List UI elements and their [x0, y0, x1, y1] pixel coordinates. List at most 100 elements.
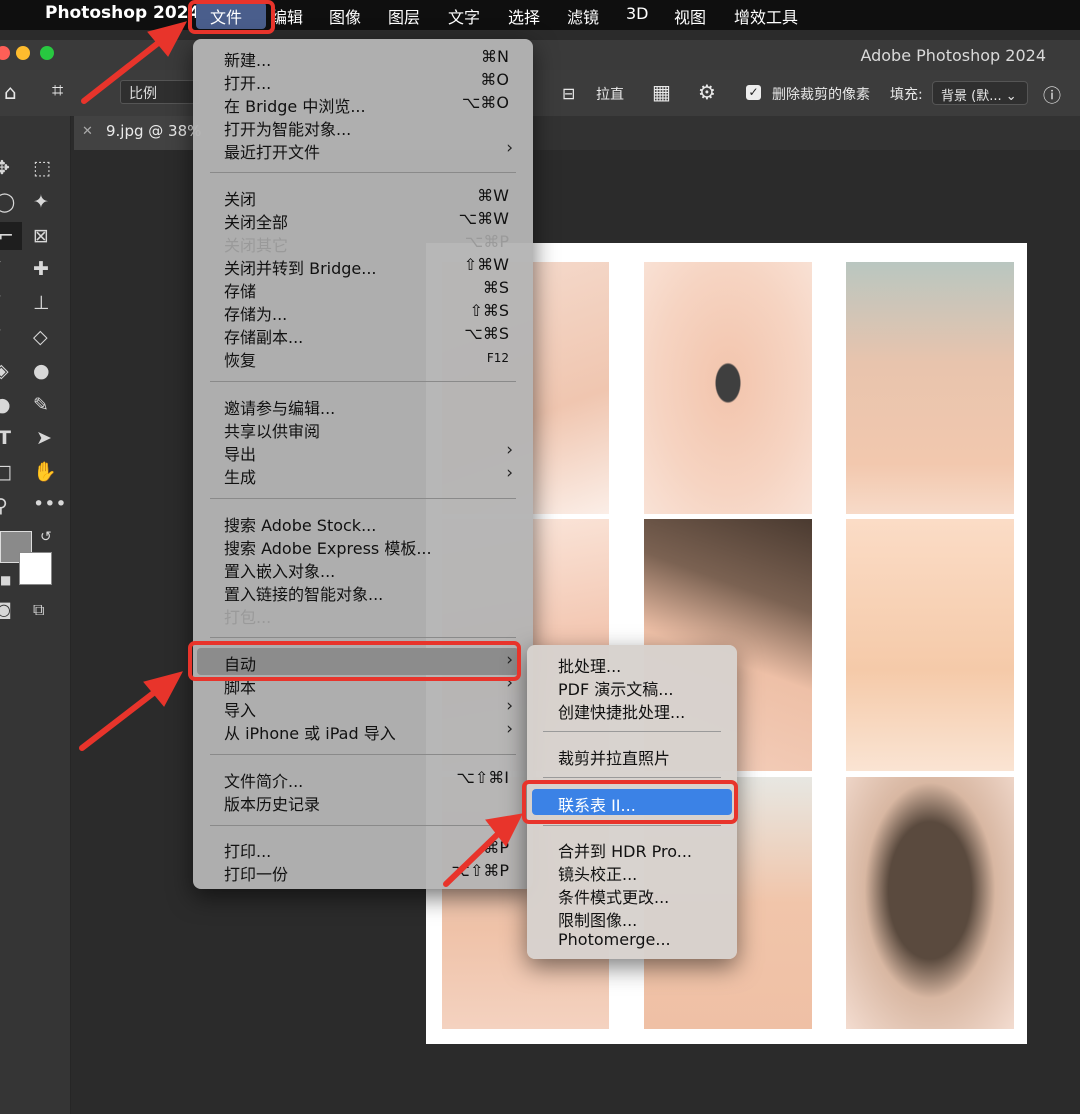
menu-filter[interactable]: 滤镜: [567, 4, 599, 28]
crop-tool-icon[interactable]: ⌐: [0, 226, 14, 246]
menu-item-search-express[interactable]: 搜索 Adobe Express 模板...: [224, 535, 432, 559]
menu-edit[interactable]: 编辑: [271, 4, 303, 28]
blur-icon[interactable]: ●: [33, 361, 50, 381]
minimize-window-button[interactable]: [16, 46, 30, 60]
menu-separator: [210, 498, 516, 499]
menu-item-open-smart-object[interactable]: 打开为智能对象...: [224, 116, 351, 140]
path-selection-icon[interactable]: ➤: [36, 428, 52, 448]
frame-icon[interactable]: ⊠: [33, 226, 49, 246]
eraser-icon[interactable]: ◇: [33, 327, 48, 347]
hand-icon[interactable]: ✋: [33, 462, 57, 482]
menu-plugins[interactable]: 增效工具: [734, 4, 798, 28]
paint-bucket-icon[interactable]: ◈: [0, 361, 9, 381]
menu-item-print-one[interactable]: 打印一份: [224, 861, 288, 885]
menu-item-import-iphone[interactable]: 从 iPhone 或 iPad 导入: [224, 720, 396, 744]
menu-item-close-go-bridge[interactable]: 关闭并转到 Bridge...: [224, 255, 377, 279]
fill-select-value: 背景 (默...: [941, 89, 1002, 104]
fill-label: 填充:: [890, 87, 923, 103]
menu-item-browse-bridge[interactable]: 在 Bridge 中浏览...: [224, 93, 366, 117]
quick-mask-icon[interactable]: ◙: [0, 600, 12, 620]
menu-item-place-linked[interactable]: 置入链接的智能对象...: [224, 581, 383, 605]
straighten-icon[interactable]: ⊟: [562, 84, 575, 103]
magic-wand-icon[interactable]: ✦: [33, 192, 49, 212]
chevron-right-icon: ›: [506, 440, 513, 460]
straighten-button[interactable]: 拉直: [596, 84, 624, 104]
menu-item-version-history[interactable]: 版本历史记录: [224, 791, 320, 815]
annotation-box-automate: [188, 641, 521, 681]
default-colors-icon[interactable]: ■: [0, 570, 11, 590]
background-color-swatch[interactable]: [19, 552, 52, 585]
menu-item-new[interactable]: 新建...: [224, 47, 271, 71]
menu-item-save-as[interactable]: 存储为...: [224, 301, 287, 325]
shortcut: ⌥⇧⌘I: [456, 768, 509, 787]
menu-item-file-info[interactable]: 文件简介...: [224, 768, 303, 792]
menu-item-import[interactable]: 导入: [224, 697, 256, 721]
lasso-icon[interactable]: ◯: [0, 192, 15, 212]
menu-item-open[interactable]: 打开...: [224, 70, 271, 94]
ratio-select[interactable]: 比例: [120, 80, 200, 104]
menu-item-close[interactable]: 关闭: [224, 186, 256, 210]
submenu-item-conditional-mode[interactable]: 条件模式更改...: [558, 884, 669, 908]
menu-select[interactable]: 选择: [508, 4, 540, 28]
screen-mode-icon[interactable]: ⧉: [33, 600, 44, 620]
menu-item-share-review[interactable]: 共享以供审阅: [224, 418, 320, 442]
home-icon[interactable]: ⌂: [4, 80, 17, 104]
move-icon[interactable]: ✥: [0, 158, 10, 178]
type-icon[interactable]: T: [0, 428, 11, 448]
menu-item-revert[interactable]: 恢复: [224, 347, 256, 371]
menu-item-close-others: 关闭其它: [224, 236, 289, 255]
menu-item-invite-edit[interactable]: 邀请参与编辑...: [224, 395, 335, 419]
menu-3d[interactable]: 3D: [626, 4, 649, 23]
marquee-icon[interactable]: ⬚: [33, 158, 51, 178]
shortcut: ⇧⌘W: [463, 255, 509, 274]
fill-select[interactable]: 背景 (默... ⌄: [932, 81, 1028, 105]
close-tab-icon[interactable]: ✕: [82, 124, 93, 139]
zoom-window-button[interactable]: [40, 46, 54, 60]
gear-icon[interactable]: ⚙: [698, 80, 716, 104]
menu-item-place-embedded[interactable]: 置入嵌入对象...: [224, 558, 335, 582]
menu-item-search-stock[interactable]: 搜索 Adobe Stock...: [224, 512, 376, 536]
shortcut: F12: [486, 351, 509, 365]
menu-separator: [543, 825, 721, 826]
menu-item-close-all[interactable]: 关闭全部: [224, 209, 288, 233]
menu-item-generate[interactable]: 生成: [224, 464, 256, 488]
chevron-right-icon: ›: [506, 463, 513, 483]
menu-item-save-copy[interactable]: 存储副本...: [224, 324, 303, 348]
healing-brush-icon[interactable]: ✚: [33, 259, 49, 279]
menu-type[interactable]: 文字: [448, 4, 480, 28]
pen-icon[interactable]: ✎: [33, 395, 49, 415]
shortcut: ⌥⌘S: [464, 324, 509, 343]
delete-cropped-checkbox[interactable]: ✓: [746, 85, 761, 100]
menu-item-export[interactable]: 导出: [224, 441, 256, 465]
menu-image[interactable]: 图像: [329, 4, 361, 28]
menu-separator: [210, 825, 516, 826]
document-tab[interactable]: ✕ 9.jpg @ 38%: [74, 116, 204, 150]
grid-overlay-icon[interactable]: ▦: [652, 80, 671, 104]
submenu-item-batch[interactable]: 批处理...: [558, 653, 621, 677]
more-tools-icon[interactable]: •••: [33, 494, 67, 514]
swap-colors-icon[interactable]: ↺: [40, 527, 52, 547]
submenu-item-fit-image[interactable]: 限制图像...: [558, 907, 637, 931]
zoom-icon[interactable]: ⚲: [0, 496, 8, 516]
submenu-item-pdf-presentation[interactable]: PDF 演示文稿...: [558, 676, 674, 700]
menu-item-print[interactable]: 打印...: [224, 838, 271, 862]
menu-separator: [210, 754, 516, 755]
menu-view[interactable]: 视图: [674, 4, 706, 28]
submenu-item-photomerge[interactable]: Photomerge...: [558, 930, 671, 949]
rectangle-icon[interactable]: □: [0, 462, 12, 482]
dodge-icon[interactable]: ●: [0, 395, 11, 415]
photo-cell: [846, 777, 1014, 1029]
submenu-item-lens-correction[interactable]: 镜头校正...: [558, 861, 637, 885]
submenu-item-merge-hdr[interactable]: 合并到 HDR Pro...: [558, 838, 692, 862]
submenu-item-crop-straighten[interactable]: 裁剪并拉直照片: [558, 745, 670, 769]
delete-cropped-label: 删除裁剪的像素: [772, 87, 870, 103]
info-icon[interactable]: ⓘ: [1043, 82, 1061, 108]
menu-item-save[interactable]: 存储: [224, 278, 256, 302]
crop-icon[interactable]: ⌗: [52, 78, 63, 102]
menu-item-recent[interactable]: 最近打开文件: [224, 139, 320, 163]
app-menu[interactable]: Photoshop 2024: [45, 3, 200, 23]
menu-layer[interactable]: 图层: [388, 4, 420, 28]
shortcut: ⌘S: [482, 278, 509, 297]
clone-stamp-icon[interactable]: ⊥: [33, 293, 50, 313]
submenu-item-create-droplet[interactable]: 创建快捷批处理...: [558, 699, 685, 723]
